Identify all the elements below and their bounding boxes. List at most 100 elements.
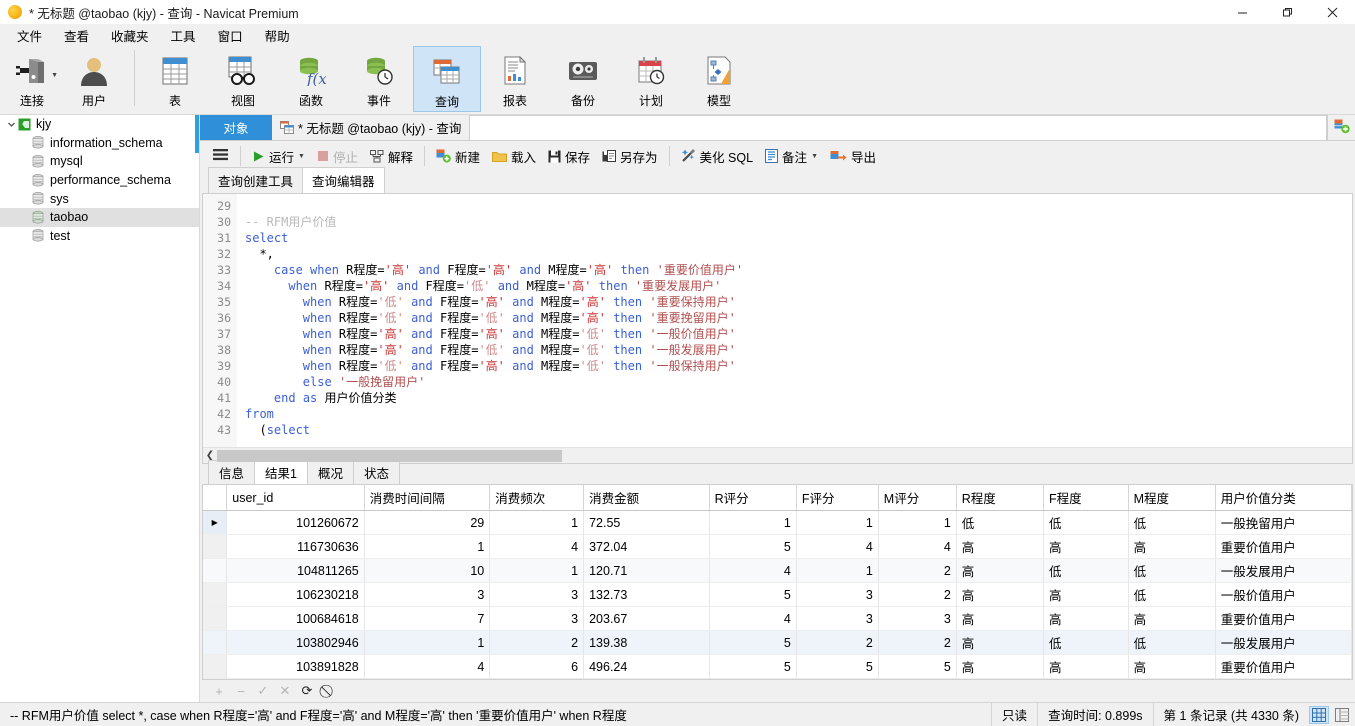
grid-cell[interactable]: 高 bbox=[956, 606, 1044, 631]
grid-cell[interactable]: 5 bbox=[709, 534, 797, 559]
grid-cell[interactable]: 3 bbox=[796, 582, 879, 607]
toolbar-button-report[interactable]: 报表 bbox=[481, 46, 549, 112]
grid-cell[interactable]: 一般挽留用户 bbox=[1215, 510, 1352, 535]
grid-cell[interactable]: 3 bbox=[796, 606, 879, 631]
sql-editor[interactable]: 29 30 31 32 33 34 35 36 37 38 39 40 41 42 43 -- RFM用户价… bbox=[203, 194, 1352, 447]
code-line[interactable]: when R程度='高' and F程度='高' and M程度='低' the… bbox=[245, 326, 1352, 342]
scrollbar-track[interactable] bbox=[217, 449, 1352, 462]
comment-button[interactable]: 备注 ▼ bbox=[759, 145, 824, 168]
menu-tools[interactable]: 工具 bbox=[160, 24, 207, 47]
editor-horizontal-scrollbar[interactable]: ❮ bbox=[203, 447, 1352, 463]
grid-cell[interactable]: 103891828 bbox=[226, 654, 365, 679]
grid-cell[interactable]: 372.04 bbox=[583, 534, 710, 559]
grid-column-header[interactable]: 消费频次 bbox=[489, 485, 585, 511]
table-row[interactable]: 116730636 1 4 372.04 5 4 4 高高高重要价值用户 bbox=[203, 534, 1352, 559]
grid-cell[interactable]: 重要价值用户 bbox=[1215, 606, 1352, 631]
grid-view-icon[interactable] bbox=[1309, 705, 1329, 724]
grid-column-header[interactable]: R程度 bbox=[956, 485, 1044, 511]
sidebar-item-performance_schema[interactable]: performance_schema bbox=[0, 171, 199, 190]
form-view-icon[interactable] bbox=[1332, 706, 1352, 724]
export-button[interactable]: 导出 bbox=[824, 145, 882, 168]
grid-cell[interactable]: 496.24 bbox=[583, 654, 710, 679]
table-row[interactable]: 106230218 3 3 132.73 5 3 2 高高低一般价值用户 bbox=[203, 582, 1352, 607]
sidebar-item-mysql[interactable]: mysql bbox=[0, 152, 199, 171]
grid-cell[interactable]: 低 bbox=[1043, 630, 1129, 655]
close-button[interactable] bbox=[1310, 0, 1355, 24]
grid-cell[interactable]: 高 bbox=[956, 534, 1044, 559]
grid-cell[interactable]: 3 bbox=[489, 606, 585, 631]
grid-cell[interactable]: 4 bbox=[489, 534, 585, 559]
tab-info[interactable]: 信息 bbox=[208, 460, 256, 484]
table-row[interactable]: 103802946 1 2 139.38 5 2 2 高低低一般发展用户 bbox=[203, 630, 1352, 655]
grid-column-header[interactable]: F评分 bbox=[796, 485, 879, 511]
sidebar-item-taobao[interactable]: taobao bbox=[0, 207, 199, 227]
refresh-icon[interactable]: ⟳ bbox=[296, 683, 318, 699]
tab-result1[interactable]: 结果1 bbox=[254, 460, 308, 484]
toolbar-button-query[interactable]: 查询 bbox=[413, 46, 481, 112]
toolbar-button-schedule[interactable]: 计划 bbox=[617, 46, 685, 112]
sidebar-connection-kjy[interactable]: kjy bbox=[0, 115, 199, 134]
grid-column-header[interactable]: 消费金额 bbox=[583, 485, 710, 511]
chevron-down-icon[interactable]: ▼ bbox=[51, 72, 58, 79]
toolbar-button-function[interactable]: f(x) 函数 bbox=[277, 46, 345, 112]
grid-cell[interactable]: 5 bbox=[709, 582, 797, 607]
grid-cell[interactable]: 高 bbox=[1043, 654, 1129, 679]
toolbar-button-event[interactable]: 事件 bbox=[345, 46, 413, 112]
save-as-button[interactable]: 另存为 bbox=[596, 145, 664, 168]
grid-cell[interactable]: 6 bbox=[489, 654, 585, 679]
grid-cell[interactable]: 一般发展用户 bbox=[1215, 630, 1352, 655]
grid-cell[interactable]: 10 bbox=[364, 558, 491, 583]
code-line[interactable]: case when R程度='高' and F程度='高' and M程度='高… bbox=[245, 262, 1352, 278]
tab-query[interactable]: * 无标题 @taobao (kjy) - 查询 bbox=[272, 115, 470, 140]
table-row[interactable]: 100684618 7 3 203.67 4 3 3 高高高重要价值用户 bbox=[203, 606, 1352, 631]
code-line[interactable]: from bbox=[245, 406, 1352, 422]
grid-cell[interactable]: 2 bbox=[796, 630, 879, 655]
toolbar-button-table[interactable]: 表 bbox=[141, 46, 209, 112]
grid-cell[interactable]: 1 bbox=[878, 510, 957, 535]
grid-cell[interactable]: 2 bbox=[878, 558, 957, 583]
code-line[interactable]: end as 用户价值分类 bbox=[245, 390, 1352, 406]
run-button[interactable]: 运行 ▼ bbox=[246, 145, 311, 168]
grid-cell[interactable]: 5 bbox=[709, 630, 797, 655]
tab-objects[interactable]: 对象 bbox=[200, 115, 272, 140]
grid-cell[interactable]: 高 bbox=[1128, 606, 1216, 631]
grid-cell[interactable]: 高 bbox=[1043, 606, 1129, 631]
explain-button[interactable]: 解释 bbox=[364, 145, 419, 168]
menu-help[interactable]: 帮助 bbox=[254, 24, 301, 47]
scrollbar-thumb[interactable] bbox=[217, 449, 562, 462]
grid-cell[interactable]: 重要价值用户 bbox=[1215, 654, 1352, 679]
grid-cell[interactable]: 1 bbox=[489, 510, 585, 535]
grid-column-header[interactable]: F程度 bbox=[1043, 485, 1129, 511]
grid-cell[interactable]: 132.73 bbox=[583, 582, 710, 607]
toolbar-button-connection[interactable]: 连接 ▼ bbox=[4, 46, 60, 112]
grid-cell[interactable]: 139.38 bbox=[583, 630, 710, 655]
grid-column-header[interactable]: M评分 bbox=[878, 485, 957, 511]
row-marker[interactable] bbox=[203, 582, 228, 607]
sql-code-area[interactable]: -- RFM用户价值 select *, case when R程度='高' an… bbox=[237, 194, 1352, 447]
code-line[interactable]: when R程度='高' and F程度='低' and M程度='低' the… bbox=[245, 342, 1352, 358]
code-line[interactable]: when R程度='低' and F程度='高' and M程度='低' the… bbox=[245, 358, 1352, 374]
grid-cell[interactable]: 1 bbox=[709, 510, 797, 535]
grid-cell[interactable]: 高 bbox=[956, 558, 1044, 583]
new-query-tab-button[interactable] bbox=[1327, 115, 1355, 140]
menu-view[interactable]: 查看 bbox=[53, 24, 100, 47]
grid-column-header[interactable]: 消费时间间隔 bbox=[364, 485, 491, 511]
stop-loading-icon[interactable]: ⃠ bbox=[318, 683, 340, 699]
code-line[interactable]: *, bbox=[245, 246, 1352, 262]
grid-cell[interactable]: 一般发展用户 bbox=[1215, 558, 1352, 583]
remove-record-icon[interactable]: − bbox=[230, 684, 252, 699]
chevron-down-icon[interactable] bbox=[4, 120, 18, 129]
code-line[interactable] bbox=[245, 198, 1352, 214]
chevron-down-icon[interactable]: ▼ bbox=[811, 153, 818, 160]
load-button[interactable]: 载入 bbox=[486, 145, 542, 168]
row-marker[interactable] bbox=[203, 606, 228, 631]
table-row[interactable]: ▶ 101260672 29 1 72.55 1 1 1 低低低一般挽留用户 bbox=[203, 510, 1352, 535]
save-button[interactable]: 保存 bbox=[542, 145, 596, 168]
grid-cell[interactable]: 1 bbox=[364, 630, 491, 655]
grid-cell[interactable]: 低 bbox=[1043, 558, 1129, 583]
cancel-change-icon[interactable]: ✕ bbox=[274, 683, 296, 699]
code-line[interactable]: -- RFM用户价值 bbox=[245, 214, 1352, 230]
grid-cell[interactable]: 低 bbox=[956, 510, 1044, 535]
row-marker[interactable] bbox=[203, 630, 228, 655]
grid-cell[interactable]: 1 bbox=[796, 558, 879, 583]
